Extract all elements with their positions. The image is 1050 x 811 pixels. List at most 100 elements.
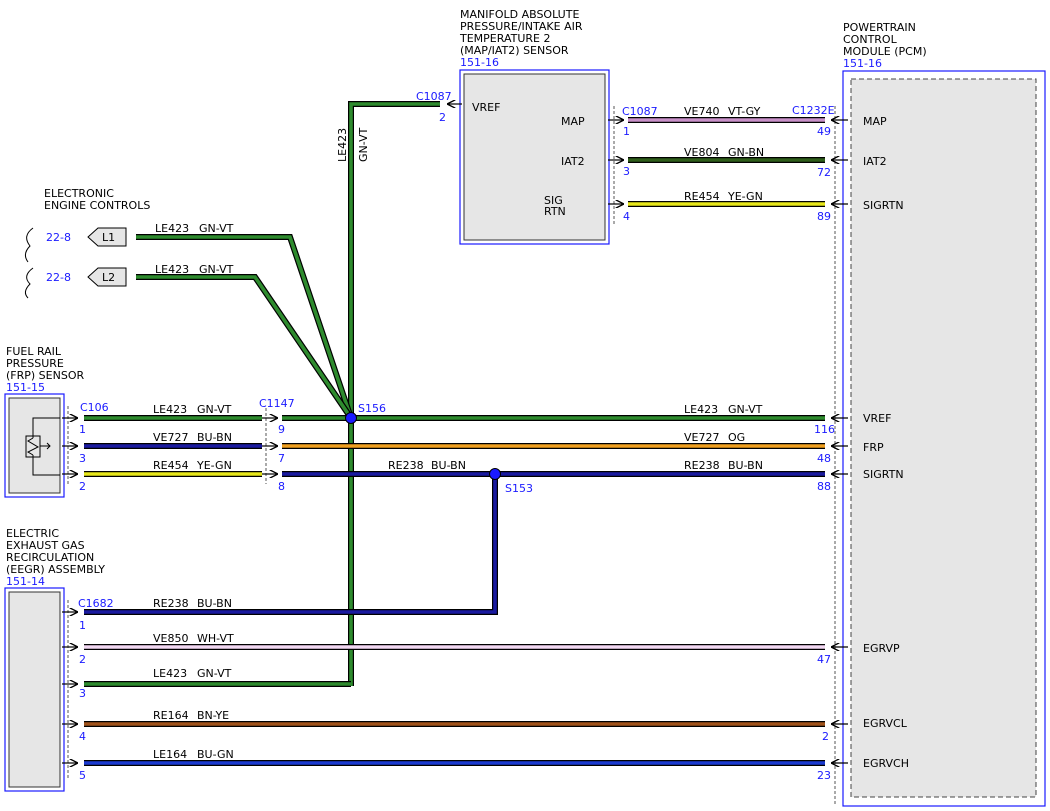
c1682-pin-1: 1 xyxy=(79,619,86,632)
pcm-vref-circuit: LE423 xyxy=(684,403,718,416)
c1682-pin-2: 2 xyxy=(79,653,86,666)
l2-wire-color: GN-VT xyxy=(199,263,234,276)
c1147-pin-8: 8 xyxy=(278,480,285,493)
map-pin-rtn: RTN xyxy=(544,205,566,218)
pcm-ref[interactable]: 151-16 xyxy=(843,57,882,70)
pcm-pin-47: 47 xyxy=(817,653,831,666)
frp-vref-circuit: LE423 xyxy=(153,403,187,416)
vertical-wire-outline xyxy=(348,101,440,686)
egr3-circuit: LE423 xyxy=(153,667,187,680)
c1087-label[interactable]: C1087 xyxy=(622,105,658,118)
egr5-circuit: LE164 xyxy=(153,748,187,761)
c1087-pin-1: 1 xyxy=(623,125,630,138)
egr1-color: BU-BN xyxy=(197,597,232,610)
s153-branch-wire[interactable] xyxy=(84,474,497,614)
c1147-pin-7: 7 xyxy=(278,452,285,465)
pcm-pin-vref: VREF xyxy=(863,412,891,425)
frp-vref-color: GN-VT xyxy=(197,403,232,416)
c1087-vref-pin: 2 xyxy=(439,111,446,124)
map-pin-iat2: IAT2 xyxy=(561,155,585,168)
c1232e-label[interactable]: C1232E xyxy=(792,104,835,117)
vert-wire-color: GN-VT xyxy=(357,127,370,162)
s156-label[interactable]: S156 xyxy=(358,402,386,415)
ve804-color: GN-BN xyxy=(728,146,764,159)
frp-body xyxy=(8,397,61,494)
l2-wire-outline xyxy=(136,274,354,420)
pcm-frp-circuit: VE727 xyxy=(684,431,719,444)
electronic-engine-controls: ELECTRONIC ENGINE CONTROLS 22-8 22-8 L1 … xyxy=(24,187,150,299)
pcm-frp-color: OG xyxy=(728,431,745,444)
c106-label[interactable]: C106 xyxy=(80,401,109,414)
pcm-pin-frp: FRP xyxy=(863,441,884,454)
re454-top-circuit: RE454 xyxy=(684,190,720,203)
pcm-pin-72: 72 xyxy=(817,166,831,179)
eegr-body xyxy=(8,591,61,788)
egr2-circuit: VE850 xyxy=(153,632,188,645)
pcm-pin-116: 116 xyxy=(814,423,835,436)
c1147-label[interactable]: C1147 xyxy=(259,397,295,410)
frp-rtn-circuit: RE454 xyxy=(153,459,189,472)
eegr-assembly[interactable]: ELECTRIC EXHAUST GAS RECIRCULATION (EEGR… xyxy=(4,527,105,792)
splice-s156[interactable] xyxy=(345,412,357,424)
pcm-pin-egrvch: EGRVCH xyxy=(863,757,909,770)
c1087-pin-3: 3 xyxy=(623,165,630,178)
re238-mid-circuit: RE238 xyxy=(388,459,424,472)
pcm-pin-23: 23 xyxy=(817,769,831,782)
l1-wire-circuit: LE423 xyxy=(155,222,189,235)
l2-wire[interactable] xyxy=(136,275,353,420)
pcm-pin-2: 2 xyxy=(822,730,829,743)
c106-pin-1: 1 xyxy=(79,423,86,436)
pcm-body xyxy=(850,78,1037,798)
re238-mid-color: BU-BN xyxy=(431,459,466,472)
eec-brace-1 xyxy=(24,227,34,263)
frp-sig-circuit: VE727 xyxy=(153,431,188,444)
pcm-pin-sigrtn-2: SIGRTN xyxy=(863,468,904,481)
pcm-pin-sigrtn-1: SIGRTN xyxy=(863,199,904,212)
ve740-color: VT-GY xyxy=(728,105,761,118)
splice-s153[interactable] xyxy=(489,468,501,480)
ve740-circuit: VE740 xyxy=(684,105,719,118)
flag-l1-label: L1 xyxy=(102,231,115,244)
egr2-color: WH-VT xyxy=(197,632,234,645)
wiring-diagram: MANIFOLD ABSOLUTE PRESSURE/INTAKE AIR TE… xyxy=(4,8,1046,807)
egr4-color: BN-YE xyxy=(197,709,229,722)
c1682-pin-3: 3 xyxy=(79,687,86,700)
re238-pcm-color: BU-BN xyxy=(728,459,763,472)
s153-label[interactable]: S153 xyxy=(505,482,533,495)
re454-top-color: YE-GN xyxy=(727,190,763,203)
pcm-pin-egrvp: EGRVP xyxy=(863,642,900,655)
c106-pin-3: 3 xyxy=(79,452,86,465)
c1682-pin-4: 4 xyxy=(79,730,86,743)
pcm-module[interactable]: POWERTRAIN CONTROL MODULE (PCM) 151-16 M… xyxy=(842,21,1046,807)
map-ref[interactable]: 151-16 xyxy=(460,56,499,69)
egr3-color: GN-VT xyxy=(197,667,232,680)
c1682-pin-5: 5 xyxy=(79,769,86,782)
frp-sig-color: BU-BN xyxy=(197,431,232,444)
ve804-circuit: VE804 xyxy=(684,146,719,159)
map-iat2-sensor[interactable]: MANIFOLD ABSOLUTE PRESSURE/INTAKE AIR TE… xyxy=(459,8,610,245)
c106-pin-2: 2 xyxy=(79,480,86,493)
pcm-pin-map: MAP xyxy=(863,115,887,128)
eec-ref-1[interactable]: 22-8 xyxy=(46,231,71,244)
eegr-ref[interactable]: 151-14 xyxy=(6,575,45,588)
re238-pcm-circuit: RE238 xyxy=(684,459,720,472)
c1682-label[interactable]: C1682 xyxy=(78,597,114,610)
egr5-color: BU-GN xyxy=(197,748,234,761)
l1-wire-color: GN-VT xyxy=(199,222,234,235)
c1087-vref-label[interactable]: C1087 xyxy=(416,90,452,103)
egr1-circuit: RE238 xyxy=(153,597,189,610)
map-pin-map: MAP xyxy=(561,115,585,128)
egr4-circuit: RE164 xyxy=(153,709,189,722)
pcm-pin-egrvcl: EGRVCL xyxy=(863,717,908,730)
s153-branch-wire-outline xyxy=(84,474,498,615)
flag-l2-label: L2 xyxy=(102,271,115,284)
vertical-wire[interactable] xyxy=(349,102,440,686)
c1147-pin-9: 9 xyxy=(278,423,285,436)
pcm-vref-color: GN-VT xyxy=(728,403,763,416)
pcm-pin-88: 88 xyxy=(817,480,831,493)
frp-rtn-color: YE-GN xyxy=(196,459,232,472)
frp-ref[interactable]: 151-15 xyxy=(6,381,45,394)
pcm-pin-49: 49 xyxy=(817,125,831,138)
pcm-pin-89: 89 xyxy=(817,210,831,223)
eec-ref-2[interactable]: 22-8 xyxy=(46,271,71,284)
